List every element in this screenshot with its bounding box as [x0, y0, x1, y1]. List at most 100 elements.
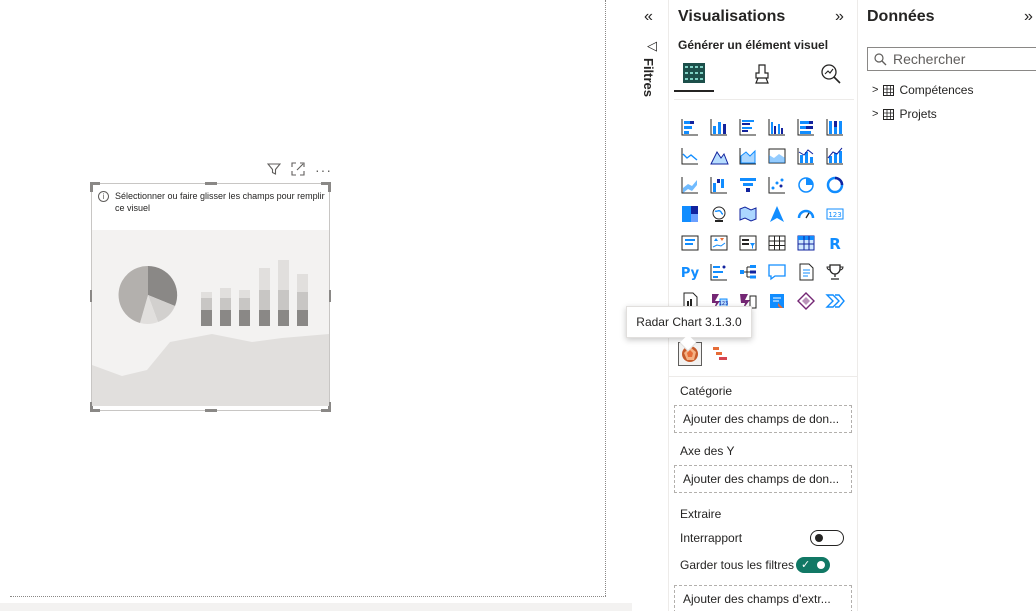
y-axis-well-label: Axe des Y — [680, 444, 735, 458]
build-visual-tab[interactable] — [674, 56, 714, 92]
expand-pane-icon[interactable]: » — [835, 8, 844, 26]
table-icon[interactable] — [765, 231, 789, 255]
line-stacked-column-icon[interactable] — [823, 144, 847, 168]
qa-visual-icon[interactable] — [765, 260, 789, 284]
data-pane: Données » > Compétences > Projets — [858, 0, 1036, 611]
funnel-chart-icon[interactable] — [736, 173, 760, 197]
gallery-divider — [669, 376, 859, 377]
report-canvas[interactable]: ··· i Sélectionner ou faire glisser les … — [0, 0, 632, 611]
table-icon — [883, 108, 895, 120]
stacked-column-100-icon[interactable] — [823, 115, 847, 139]
tabs-divider — [674, 99, 854, 100]
power-apps-diamond-icon[interactable] — [794, 289, 818, 313]
visualizations-title: Visualisations — [678, 8, 786, 25]
line-clustered-column-icon[interactable] — [794, 144, 818, 168]
svg-text:123: 123 — [828, 211, 841, 219]
build-visual-subtitle: Générer un élément visuel — [678, 38, 829, 52]
treemap-icon[interactable] — [678, 202, 702, 226]
chevron-right-icon[interactable]: > — [872, 108, 878, 120]
kpi-icon[interactable] — [707, 231, 731, 255]
visualization-mode-tabs — [674, 56, 854, 96]
decomposition-tree-icon[interactable] — [736, 260, 760, 284]
metrics-trophy-icon[interactable] — [823, 260, 847, 284]
donut-chart-icon[interactable] — [823, 173, 847, 197]
canvas-boundary-right — [605, 0, 606, 596]
analytics-magnifier-icon — [821, 64, 841, 84]
gauge-icon[interactable] — [794, 202, 818, 226]
chevron-right-icon[interactable]: > — [872, 84, 878, 96]
placeholder-illustration — [92, 230, 329, 406]
filters-pane-label[interactable]: Filtres — [641, 58, 656, 97]
azure-map-icon[interactable] — [765, 202, 789, 226]
cross-report-row: Interrapport — [680, 528, 852, 548]
data-pane-title: Données — [867, 8, 935, 25]
svg-text:R: R — [829, 235, 841, 253]
multi-row-card-icon[interactable] — [678, 231, 702, 255]
gantt-chart-visual-icon[interactable] — [708, 342, 732, 366]
filter-icon[interactable] — [266, 162, 282, 179]
pie-chart-icon[interactable] — [794, 173, 818, 197]
clustered-column-chart-icon[interactable] — [765, 115, 789, 139]
r-script-visual-icon[interactable]: R — [823, 231, 847, 255]
filled-map-icon[interactable] — [736, 202, 760, 226]
area-chart-icon[interactable] — [707, 144, 731, 168]
stacked-bar-chart-icon[interactable] — [678, 115, 702, 139]
visual-type-gallery: 123 R Py 123 — [678, 115, 852, 313]
resize-handle[interactable] — [90, 182, 93, 192]
filters-pane-icon: ◁ — [647, 38, 657, 53]
stacked-bar-100-icon[interactable] — [794, 115, 818, 139]
stacked-area-100-icon[interactable] — [765, 144, 789, 168]
scatter-chart-icon[interactable] — [765, 173, 789, 197]
empty-visual[interactable]: i Sélectionner ou faire glisser les cham… — [90, 182, 331, 412]
empty-visual-text: Sélectionner ou faire glisser les champs… — [115, 191, 325, 213]
drillthrough-drop-zone[interactable]: Ajouter des champs d'extr... — [674, 585, 852, 611]
data-search-input[interactable] — [893, 51, 1013, 67]
data-search-box[interactable] — [867, 47, 1036, 71]
table-name: Compétences — [899, 83, 974, 97]
power-automate-arrows-icon[interactable] — [823, 289, 847, 313]
keep-filters-row: Garder tous les filtres ✓ — [680, 555, 852, 575]
python-visual-icon[interactable]: Py — [678, 260, 702, 284]
search-icon — [874, 52, 887, 65]
waterfall-chart-icon[interactable] — [707, 173, 731, 197]
table-name: Projets — [899, 107, 937, 121]
radar-chart-tooltip: Radar Chart 3.1.3.0 — [626, 306, 752, 338]
clustered-bar-chart-icon[interactable] — [736, 115, 760, 139]
toggle-knob — [815, 534, 823, 542]
stacked-column-chart-icon[interactable] — [707, 115, 731, 139]
expand-data-pane-icon[interactable]: » — [1024, 8, 1033, 26]
map-icon[interactable] — [707, 202, 731, 226]
keep-filters-label: Garder tous les filtres — [680, 558, 795, 572]
focus-mode-icon[interactable] — [291, 161, 305, 179]
format-visual-tab[interactable] — [742, 56, 782, 92]
resize-handle[interactable] — [205, 409, 217, 412]
canvas-boundary-bottom — [10, 596, 606, 597]
placeholder-pie — [118, 265, 178, 324]
toggle-knob — [817, 561, 826, 569]
cross-report-toggle[interactable] — [810, 530, 844, 546]
analytics-tab[interactable] — [811, 56, 851, 92]
resize-handle[interactable] — [205, 182, 217, 185]
drillthrough-section-title: Extraire — [680, 507, 722, 521]
narrative-visual-icon[interactable] — [794, 260, 818, 284]
cross-report-label: Interrapport — [680, 531, 743, 545]
collapse-pane-icon[interactable]: « — [644, 8, 653, 26]
smart-narrative-icon[interactable] — [765, 289, 789, 313]
keep-filters-toggle[interactable]: ✓ — [796, 557, 831, 573]
category-drop-zone[interactable]: Ajouter des champs de don... — [674, 405, 852, 433]
line-chart-icon[interactable] — [678, 144, 702, 168]
placeholder-bars — [201, 260, 308, 326]
matrix-icon[interactable] — [794, 231, 818, 255]
stacked-area-chart-icon[interactable] — [736, 144, 760, 168]
table-item-projets[interactable]: > Projets — [872, 107, 937, 121]
slicer-icon[interactable] — [736, 231, 760, 255]
card-icon[interactable]: 123 — [823, 202, 847, 226]
y-axis-drop-zone[interactable]: Ajouter des champs de don... — [674, 465, 852, 493]
format-paintbrush-icon — [755, 64, 769, 84]
table-item-competences[interactable]: > Compétences — [872, 83, 973, 97]
ribbon-chart-icon[interactable] — [678, 173, 702, 197]
resize-handle[interactable] — [328, 182, 331, 192]
key-influencers-icon[interactable] — [707, 260, 731, 284]
more-options-icon[interactable]: ··· — [315, 163, 332, 177]
build-visual-icon — [683, 63, 705, 83]
